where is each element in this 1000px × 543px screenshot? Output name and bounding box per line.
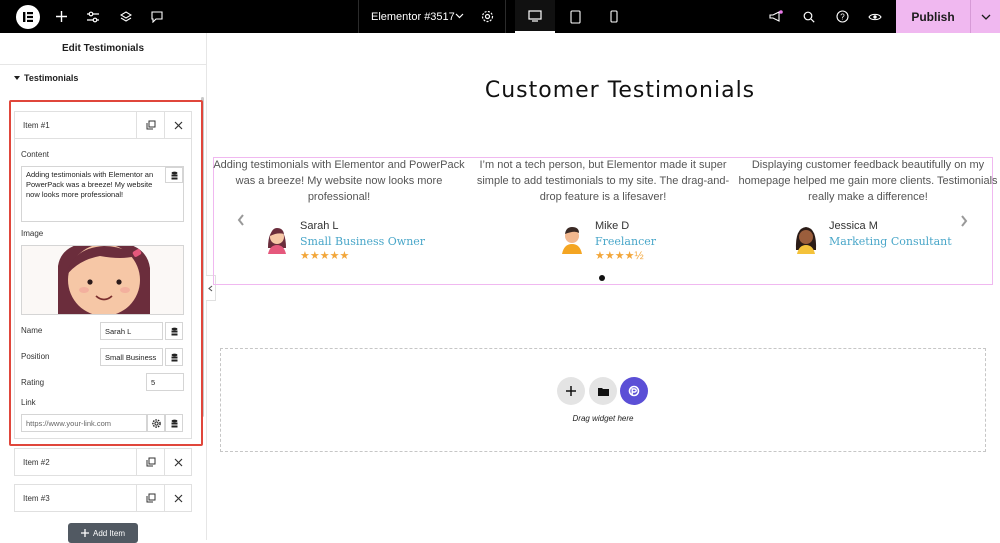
link-input[interactable]: https://www.your-link.com xyxy=(21,414,147,432)
plus-icon xyxy=(566,386,576,396)
caret-down-icon xyxy=(14,75,20,80)
content-line: now looks more professional! xyxy=(26,190,124,199)
content-line: Adding testimonials with Elementor an xyxy=(26,170,154,179)
item-label: Item #3 xyxy=(23,493,50,503)
testimonial-text: I’m not a tech person, but Elementor mad… xyxy=(476,159,730,203)
name-input[interactable]: Sarah L xyxy=(100,322,163,340)
testimonial-author: Sarah L Small Business Owner ★★★★★ xyxy=(262,220,425,262)
section-toggle-testimonials[interactable]: Testimonials xyxy=(14,73,78,83)
prev-arrow-icon[interactable] xyxy=(237,213,245,229)
star-rating: ★★★★★ xyxy=(300,250,350,262)
testimonial-text: Adding testimonials with Elementor and P… xyxy=(213,159,465,203)
portrait-image xyxy=(22,246,183,314)
section-label: Testimonials xyxy=(24,73,79,83)
dynamic-tags-icon[interactable] xyxy=(165,167,183,183)
testimonial-author: Mike D Freelancer ★★★★½ xyxy=(557,220,656,262)
repeater-item-2-header[interactable]: Item #2 xyxy=(14,448,192,476)
close-icon[interactable] xyxy=(164,485,192,511)
desktop-view-button[interactable] xyxy=(515,0,555,33)
chevron-left-icon xyxy=(208,285,213,291)
avatar xyxy=(795,227,817,254)
settings-sliders-icon[interactable] xyxy=(84,0,102,33)
item-label: Item #1 xyxy=(23,120,50,130)
add-item-button[interactable]: Add Item xyxy=(68,523,138,543)
duplicate-icon[interactable] xyxy=(136,112,164,138)
page-heading: Customer Testimonials xyxy=(484,78,756,103)
dynamic-tags-icon[interactable] xyxy=(165,414,183,432)
preview-eye-icon[interactable] xyxy=(866,0,884,33)
svg-text:?: ? xyxy=(840,12,845,21)
content-line: PowerPack was a breeze! My website xyxy=(26,180,153,189)
author-position: Small Business Owner xyxy=(300,235,426,248)
top-bar: Elementor #3517 ? Publish xyxy=(0,0,1000,33)
document-title-dropdown[interactable]: Elementor #3517 xyxy=(358,0,506,33)
author-position: Marketing Consultant xyxy=(829,235,952,248)
elementor-logo-icon[interactable] xyxy=(16,5,40,29)
duplicate-icon[interactable] xyxy=(136,485,164,511)
testimonial-text: Displaying customer feedback beautifully… xyxy=(738,159,998,203)
close-icon[interactable] xyxy=(164,112,192,138)
link-label: Link xyxy=(21,398,36,407)
content-textarea[interactable]: Adding testimonials with Elementor an Po… xyxy=(21,166,184,222)
publish-options-button[interactable] xyxy=(970,0,1000,33)
add-item-label: Add Item xyxy=(92,528,125,538)
position-input[interactable]: Small Business xyxy=(100,348,163,366)
star-rating: ★★★★½ xyxy=(595,250,644,262)
dynamic-tags-icon[interactable] xyxy=(165,348,183,366)
repeater-item-1-header[interactable]: Item #1 xyxy=(14,111,192,139)
item-label: Item #2 xyxy=(23,457,50,467)
content-label: Content xyxy=(21,150,50,159)
next-arrow-icon[interactable] xyxy=(960,214,968,230)
add-element-icon[interactable] xyxy=(52,0,70,33)
chevron-down-icon xyxy=(981,14,990,20)
panel-title: Edit Testimonials xyxy=(0,33,206,65)
name-label: Name xyxy=(21,326,43,335)
image-picker[interactable] xyxy=(21,245,184,315)
avatar xyxy=(268,228,286,254)
avatar xyxy=(562,227,582,254)
carousel-dot-active[interactable] xyxy=(599,275,605,281)
duplicate-icon[interactable] xyxy=(136,449,164,475)
mobile-icon xyxy=(610,10,618,23)
tablet-icon xyxy=(569,9,581,24)
author-position: Freelancer xyxy=(595,235,656,248)
powerpack-icon xyxy=(628,385,640,397)
close-icon[interactable] xyxy=(164,449,192,475)
chevron-down-icon xyxy=(455,13,464,19)
dynamic-tags-icon[interactable] xyxy=(165,322,183,340)
repeater-item-3-header[interactable]: Item #3 xyxy=(14,484,192,512)
search-icon[interactable] xyxy=(800,0,818,33)
help-icon[interactable]: ? xyxy=(833,0,851,33)
layers-icon[interactable] xyxy=(117,0,135,33)
author-name: Sarah L xyxy=(300,220,339,232)
gear-icon[interactable] xyxy=(481,10,494,23)
link-options-gear-icon[interactable] xyxy=(147,414,165,432)
notifications-megaphone-icon[interactable] xyxy=(767,0,785,33)
publish-label: Publish xyxy=(911,9,955,24)
image-label: Image xyxy=(21,229,44,238)
comments-icon[interactable] xyxy=(148,0,166,33)
folder-icon xyxy=(597,387,609,396)
drag-widget-hint: Drag widget here xyxy=(572,414,634,423)
testimonial-author: Jessica M Marketing Consultant xyxy=(791,220,952,254)
mobile-view-button[interactable] xyxy=(594,0,634,33)
desktop-icon xyxy=(528,9,542,22)
author-name: Jessica M xyxy=(829,220,878,232)
rating-label: Rating xyxy=(21,378,45,387)
position-label: Position xyxy=(21,352,50,361)
template-library-button[interactable] xyxy=(589,377,617,405)
author-name: Mike D xyxy=(595,220,630,232)
plus-icon xyxy=(80,529,89,537)
publish-button[interactable]: Publish xyxy=(896,0,970,33)
rating-input[interactable]: 5 xyxy=(146,373,184,391)
document-title: Elementor #3517 xyxy=(371,10,455,23)
add-section-button[interactable] xyxy=(557,377,585,405)
tablet-view-button[interactable] xyxy=(555,0,595,33)
powerpack-button[interactable] xyxy=(620,377,648,405)
